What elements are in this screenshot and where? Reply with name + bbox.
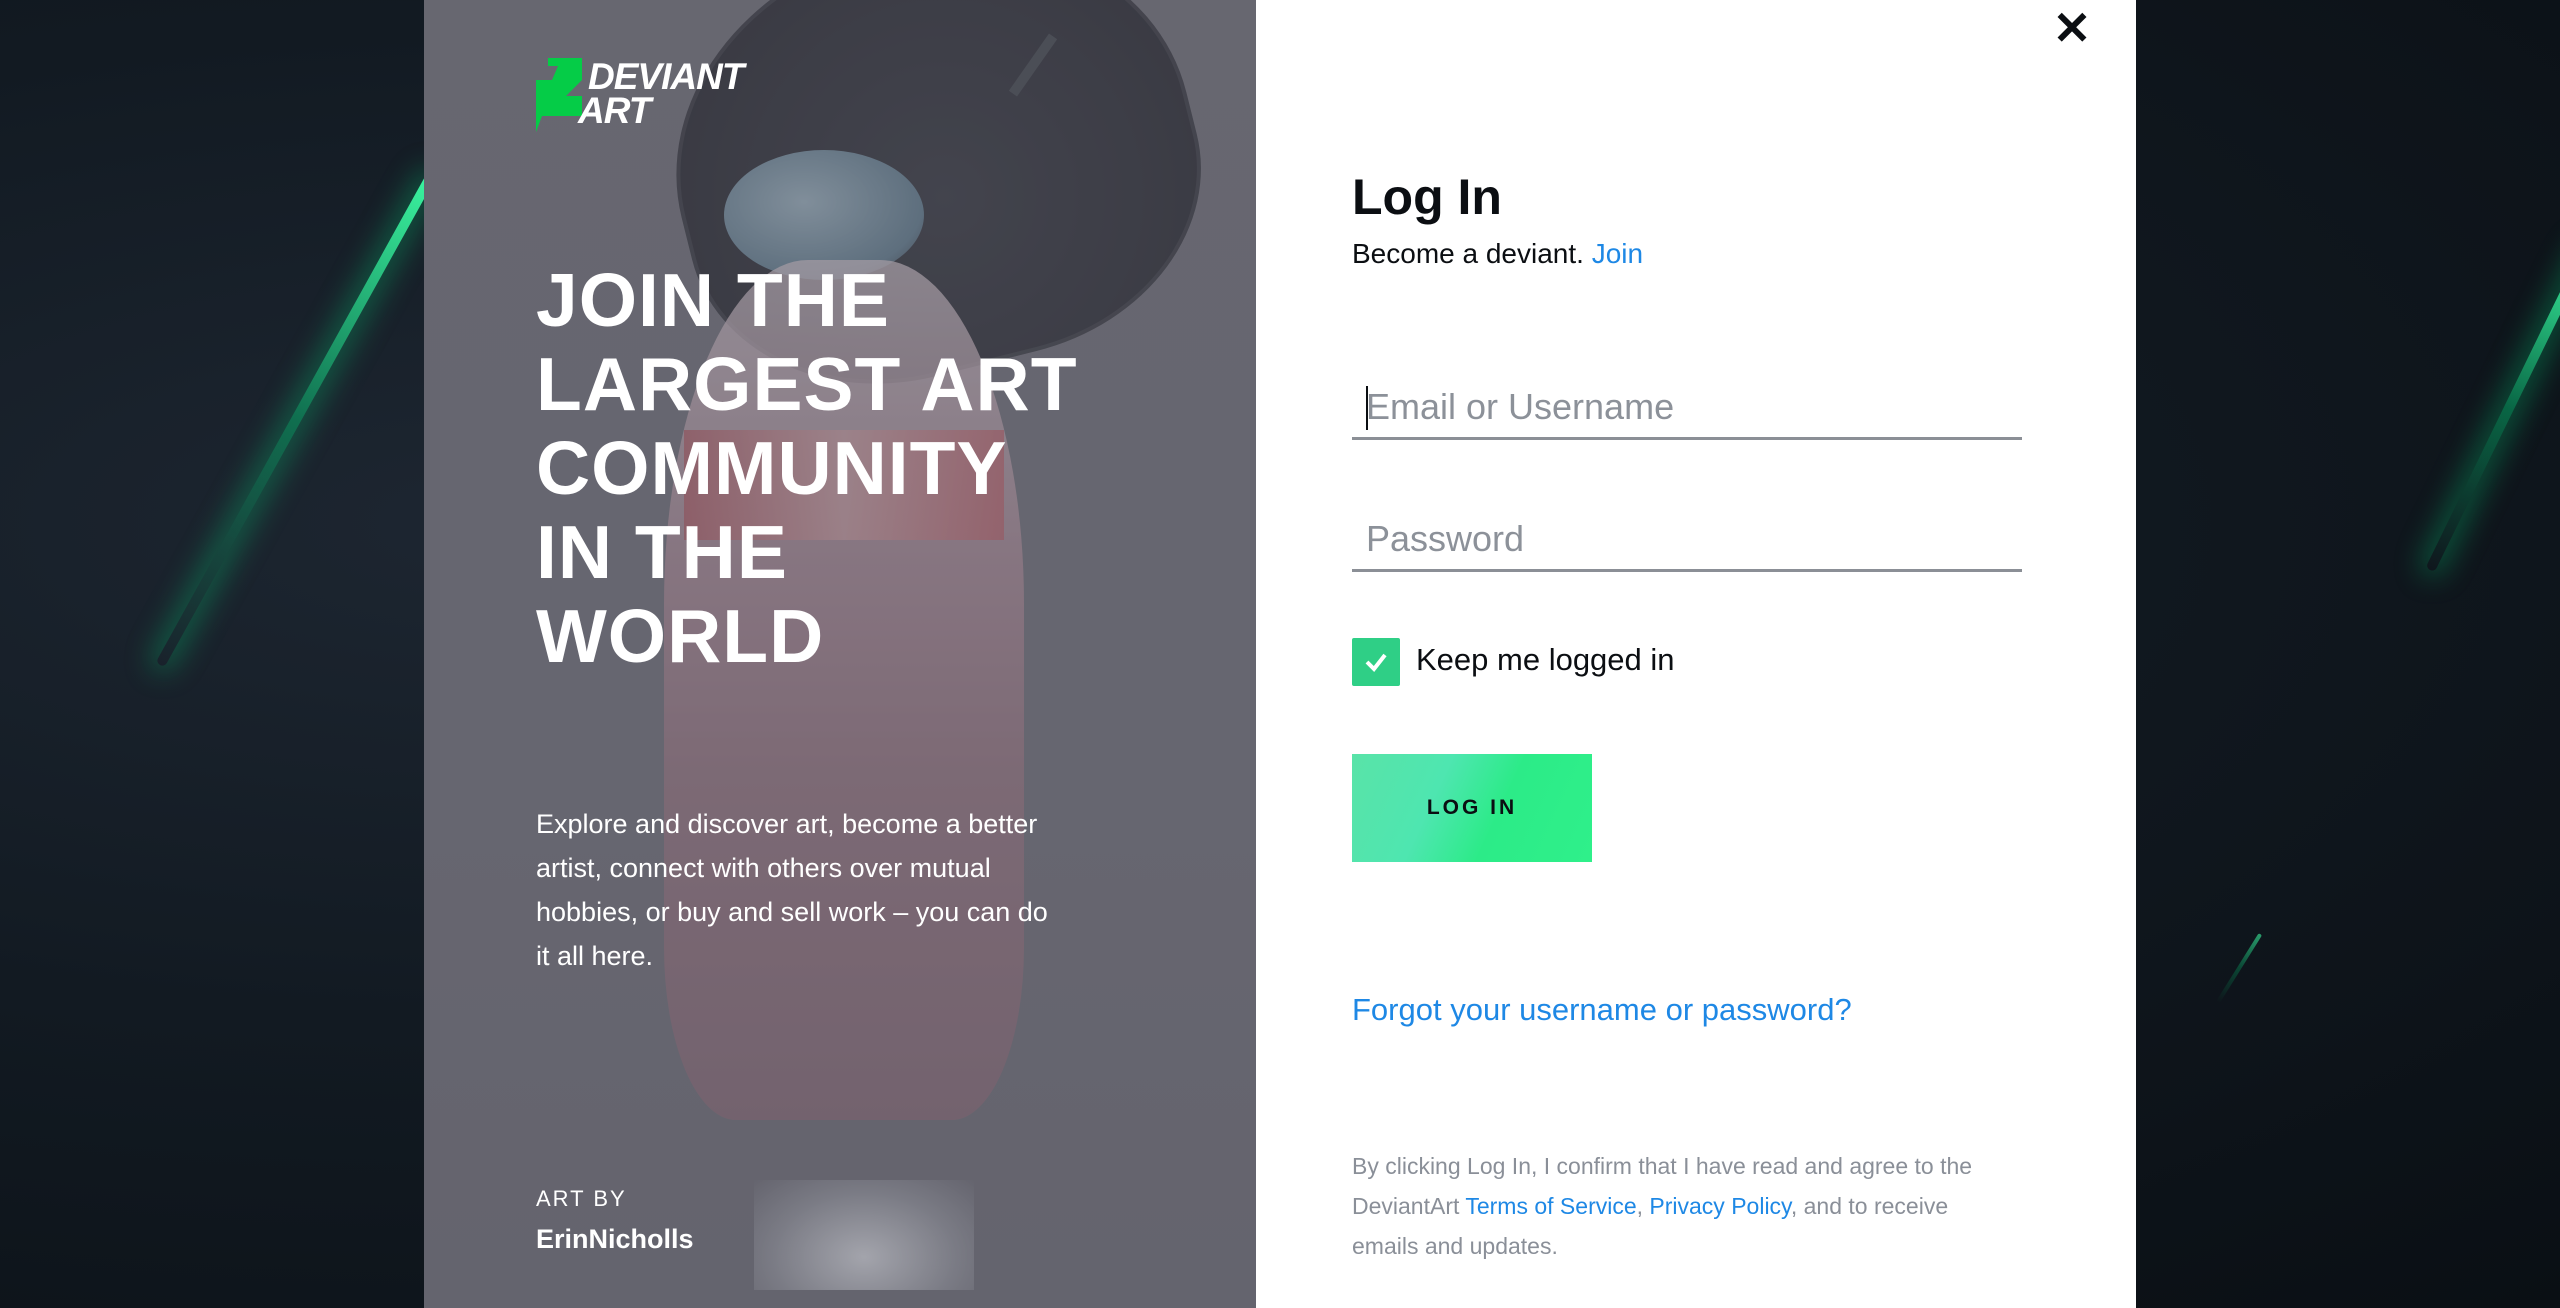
legal-notice: By clicking Log In, I confirm that I hav…: [1352, 1146, 1992, 1266]
login-title: Log In: [1352, 169, 1502, 225]
deviantart-logo[interactable]: DEVIANT ART: [536, 58, 816, 134]
checkmark-icon: [1365, 653, 1387, 673]
logo-line-2: ART: [578, 90, 651, 131]
promo-headline: JOIN THE LARGEST ART COMMUNITY IN THE WO…: [536, 258, 1078, 678]
privacy-policy-link[interactable]: Privacy Policy: [1649, 1193, 1790, 1219]
join-link[interactable]: Join: [1592, 238, 1643, 269]
deviantart-logo-icon: [536, 58, 582, 132]
text-cursor: [1366, 386, 1368, 430]
art-by-label: ART BY: [536, 1186, 627, 1211]
subtitle-text: Become a deviant.: [1352, 238, 1584, 269]
artist-name-link[interactable]: ErinNicholls: [536, 1224, 694, 1255]
logo-wordmark: DEVIANT ART: [578, 56, 744, 129]
forgot-credentials-link[interactable]: Forgot your username or password?: [1352, 992, 1852, 1028]
login-button[interactable]: LOG IN: [1352, 754, 1592, 862]
login-subtitle: Become a deviant. Join: [1352, 238, 1643, 270]
password-input[interactable]: [1352, 508, 2022, 572]
email-username-input[interactable]: [1352, 376, 2022, 440]
legal-comma: ,: [1636, 1193, 1644, 1219]
promo-blurb: Explore and discover art, become a bette…: [536, 809, 1048, 971]
close-icon[interactable]: ✕: [2052, 5, 2092, 51]
logo-line-1: DEVIANT: [588, 56, 744, 97]
keep-logged-in-label[interactable]: Keep me logged in: [1416, 642, 1675, 678]
terms-of-service-link[interactable]: Terms of Service: [1465, 1193, 1636, 1219]
keep-logged-in-checkbox[interactable]: [1352, 638, 1400, 686]
